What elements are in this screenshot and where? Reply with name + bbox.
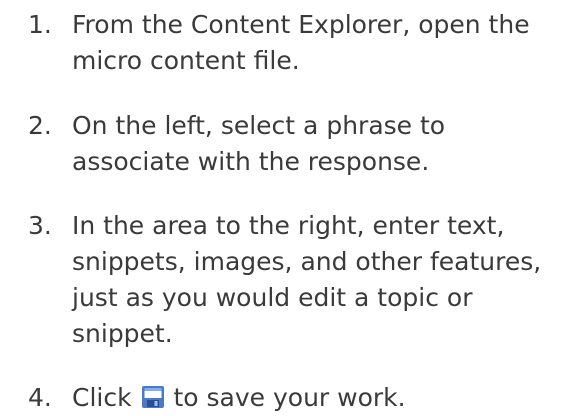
- step-text: From the Content Explorer, open the micr…: [72, 10, 530, 75]
- step-text: In the area to the right, enter text, sn…: [72, 211, 542, 348]
- step-text: On the left, select a phrase to associat…: [72, 111, 446, 176]
- step-1: 1. From the Content Explorer, open the m…: [28, 7, 568, 79]
- step-2: 2. On the left, select a phrase to assoc…: [28, 108, 568, 180]
- step-text-after: to save your work.: [173, 383, 406, 412]
- step-number: 3.: [28, 211, 52, 240]
- save-icon: [141, 385, 165, 409]
- step-3: 3. In the area to the right, enter text,…: [28, 208, 568, 352]
- step-text-before: Click: [72, 383, 132, 412]
- step-text: Click to save your work.: [72, 380, 586, 416]
- step-4: 4. Click to save your work.: [28, 380, 568, 416]
- step-number: 1.: [28, 10, 52, 39]
- step-number: 2.: [28, 111, 52, 140]
- step-number: 4.: [28, 383, 52, 412]
